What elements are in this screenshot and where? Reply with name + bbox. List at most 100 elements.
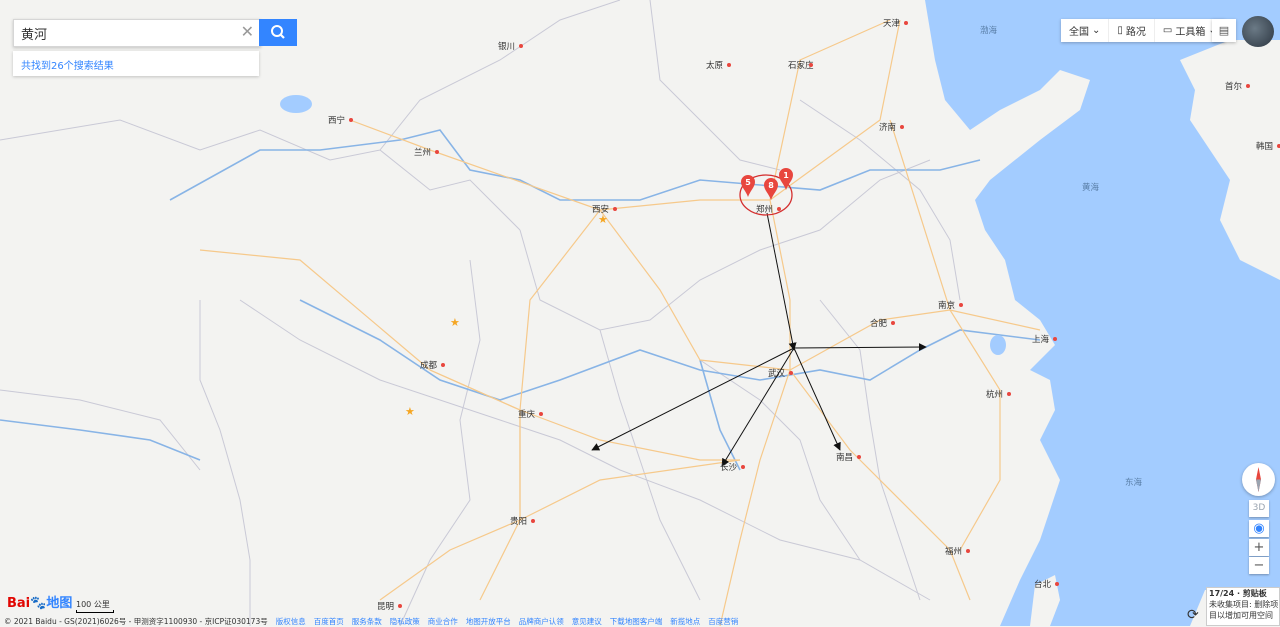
scale-line — [76, 610, 114, 613]
city-dot — [531, 519, 535, 523]
locate-button[interactable]: ◉ — [1249, 520, 1269, 537]
city-name: 成都 — [420, 360, 438, 371]
footer-link-new-place[interactable]: 新揽地点 — [670, 616, 700, 626]
footer-link-copyright[interactable]: 版权信息 — [276, 616, 306, 626]
city-name: 福州 — [945, 546, 962, 557]
logo-ditu: 地图 — [46, 596, 73, 611]
region-select[interactable]: 全国 ⌄ — [1061, 19, 1110, 42]
city-dot — [349, 118, 353, 122]
sea-name: 渤海 — [980, 25, 998, 36]
clipboard-line-1: 未收集项目: 删除项 — [1209, 600, 1279, 609]
city-name: 上海 — [1032, 334, 1050, 345]
footer-link-terms[interactable]: 服务条款 — [352, 616, 382, 626]
svg-text:★: ★ — [450, 316, 460, 329]
zoom-out-button[interactable]: − — [1249, 557, 1269, 574]
city-dot — [809, 63, 813, 67]
search-box[interactable]: 黄河 ✕ — [13, 19, 261, 47]
city-name: 昆明 — [377, 602, 394, 612]
refresh-icon[interactable]: ⟳ — [1187, 607, 1199, 623]
avatar[interactable] — [1242, 16, 1274, 47]
city-name: 济南 — [879, 122, 896, 133]
toolbox-label: 工具箱 — [1175, 27, 1206, 38]
traffic-button[interactable]: ▯ 路况 — [1109, 19, 1155, 42]
city-label[interactable]: 石家庄 — [788, 60, 814, 71]
clipboard-line-2: 目以增加可用空间 — [1209, 611, 1273, 620]
scale-bar: 100 公里 — [76, 599, 114, 613]
footer-link-open-platform[interactable]: 地图开放平台 — [466, 616, 511, 626]
city-dot — [1055, 582, 1059, 586]
city-dot — [1246, 84, 1250, 88]
footer-link-privacy[interactable]: 隐私政策 — [390, 616, 420, 626]
clipboard-popup[interactable]: 17/24 · 剪贴板 未收集项目: 删除项 目以增加可用空间 — [1206, 587, 1280, 626]
marker-label: 5 — [745, 178, 751, 187]
city-name: 天津 — [883, 18, 901, 29]
copyright-text: © 2021 Baidu - GS(2021)6026号 - 甲测资字11009… — [4, 617, 268, 626]
paw-icon: 🐾 — [30, 596, 47, 611]
city-name: 长沙 — [720, 462, 738, 473]
city-dot — [441, 363, 445, 367]
city-name: 西宁 — [328, 115, 345, 126]
message-button[interactable]: ▤ — [1212, 19, 1236, 42]
footer-link-merchant[interactable]: 品牌商户认领 — [519, 616, 564, 626]
map-toolbar: 全国 ⌄ ▯ 路况 ▭ 工具箱 ⌄ — [1061, 19, 1225, 42]
city-dot — [904, 21, 908, 25]
city-dot — [519, 44, 523, 48]
compass-control[interactable] — [1242, 463, 1275, 496]
toolbox-icon: ▭ — [1162, 25, 1173, 36]
marker-label: 1 — [783, 171, 789, 180]
city-name: 台北 — [1034, 579, 1052, 590]
footer-link-download[interactable]: 下载地图客户端 — [610, 616, 663, 626]
city-dot — [891, 321, 895, 325]
city-dot — [966, 549, 970, 553]
svg-text:★: ★ — [405, 405, 415, 418]
city-name: 首尔 — [1225, 81, 1243, 92]
zoom-in-button[interactable]: + — [1249, 539, 1269, 556]
city-dot — [727, 63, 731, 67]
city-dot — [741, 465, 745, 469]
city-dot — [959, 303, 963, 307]
city-dot — [900, 125, 904, 129]
city-name: 郑州 — [756, 204, 773, 215]
city-dot — [398, 604, 402, 608]
city-name: 武汉 — [768, 368, 786, 379]
footer-link-home[interactable]: 百度首页 — [314, 616, 344, 626]
city-dot — [613, 207, 617, 211]
result-summary-panel: 共找到26个搜索结果 — [13, 51, 259, 76]
city-name: 太原 — [706, 60, 723, 71]
city-name: 兰州 — [414, 147, 431, 158]
scale-label: 100 公里 — [76, 600, 110, 609]
search-icon — [271, 25, 285, 39]
region-label: 全国 — [1069, 27, 1089, 38]
footer-link-feedback[interactable]: 意见建议 — [572, 616, 602, 626]
footer-link-business[interactable]: 商业合作 — [428, 616, 458, 626]
city-dot — [435, 150, 439, 154]
city-dot — [857, 455, 861, 459]
city-name: 南昌 — [836, 452, 853, 463]
city-name: 杭州 — [986, 389, 1003, 400]
traffic-light-icon: ▯ — [1117, 25, 1123, 36]
city-name: 银川 — [498, 41, 515, 52]
city-name: 南京 — [938, 300, 955, 311]
clear-icon[interactable]: ✕ — [241, 22, 254, 41]
footer-link-marketing[interactable]: 百度营销 — [708, 616, 738, 626]
search-input[interactable]: 黄河 — [21, 24, 47, 43]
footer: © 2021 Baidu - GS(2021)6026号 - 甲测资字11009… — [0, 616, 1280, 626]
city-name: 西安 — [592, 204, 609, 215]
logo-bai: Bai — [7, 596, 31, 611]
city-dot — [539, 412, 543, 416]
search-button[interactable] — [259, 19, 297, 46]
map-canvas[interactable]: ★ ★ ★ 天津银川太原 石家庄济南西宁兰州西安 郑州南京合肥上海成都武汉杭州重庆南… — [0, 0, 1280, 626]
locate-icon: ◉ — [1253, 521, 1265, 536]
city-dot — [777, 207, 781, 211]
result-summary-text[interactable]: 共找到26个搜索结果 — [21, 57, 114, 72]
3d-button[interactable]: 3D — [1249, 500, 1269, 517]
baidu-map-logo[interactable]: Bai🐾地图 — [7, 592, 72, 611]
taihu-lake — [990, 335, 1006, 355]
city-dot — [1007, 392, 1011, 396]
compass-icon — [1256, 467, 1261, 492]
clipboard-title: 17/24 · 剪贴板 — [1209, 589, 1267, 598]
traffic-label: 路况 — [1125, 27, 1146, 38]
city-dot — [1053, 337, 1057, 341]
city-name: 合肥 — [870, 318, 888, 329]
sea-name: 东海 — [1125, 477, 1143, 488]
